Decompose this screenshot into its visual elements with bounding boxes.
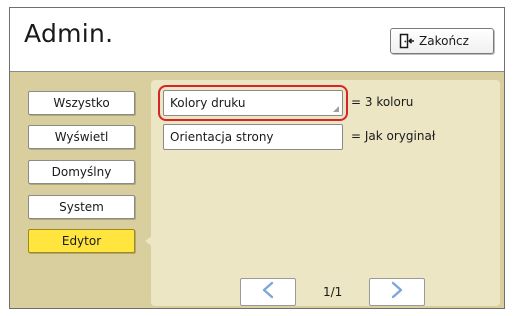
- sidebar-item-edytor[interactable]: Edytor: [28, 229, 135, 253]
- page-orientation-value: = Jak oryginał: [351, 129, 436, 143]
- setting-row-page-orientation: Orientacja strony = Jak oryginał: [163, 124, 493, 150]
- next-page-button[interactable]: [369, 278, 425, 306]
- page-title: Admin.: [24, 19, 114, 48]
- chevron-right-icon: [390, 281, 404, 303]
- setting-row-print-colors: Kolory druku = 3 koloru: [158, 85, 493, 121]
- pager: 1/1: [151, 278, 500, 306]
- page-orientation-label: Orientacja strony: [170, 130, 274, 144]
- exit-button-label: Zakończ: [419, 34, 469, 48]
- chevron-left-icon: [261, 281, 275, 303]
- corner-marker-icon: [333, 106, 339, 112]
- page-indicator: 1/1: [323, 285, 343, 299]
- prev-page-button[interactable]: [240, 278, 296, 306]
- admin-window: Admin. Zakończ Wszystko Wyświetl Domyśln…: [9, 7, 505, 309]
- door-exit-icon: [399, 33, 415, 49]
- print-colors-button[interactable]: Kolory druku: [163, 90, 343, 116]
- page-orientation-button[interactable]: Orientacja strony: [163, 124, 343, 150]
- sidebar-item-wyswietl[interactable]: Wyświetl: [28, 125, 135, 149]
- sidebar-item-domyslny[interactable]: Domyślny: [28, 160, 135, 184]
- sidebar-item-wszystko[interactable]: Wszystko: [28, 91, 135, 115]
- sidebar: Wszystko Wyświetl Domyślny System Edytor: [16, 80, 146, 306]
- settings-panel: Kolory druku = 3 koloru Orientacja stron…: [151, 80, 500, 306]
- print-colors-value: = 3 koloru: [351, 95, 414, 109]
- sidebar-item-system[interactable]: System: [28, 195, 135, 219]
- print-colors-label: Kolory druku: [170, 96, 246, 110]
- exit-button[interactable]: Zakończ: [390, 28, 494, 54]
- header-bar: Admin. Zakończ: [10, 8, 504, 72]
